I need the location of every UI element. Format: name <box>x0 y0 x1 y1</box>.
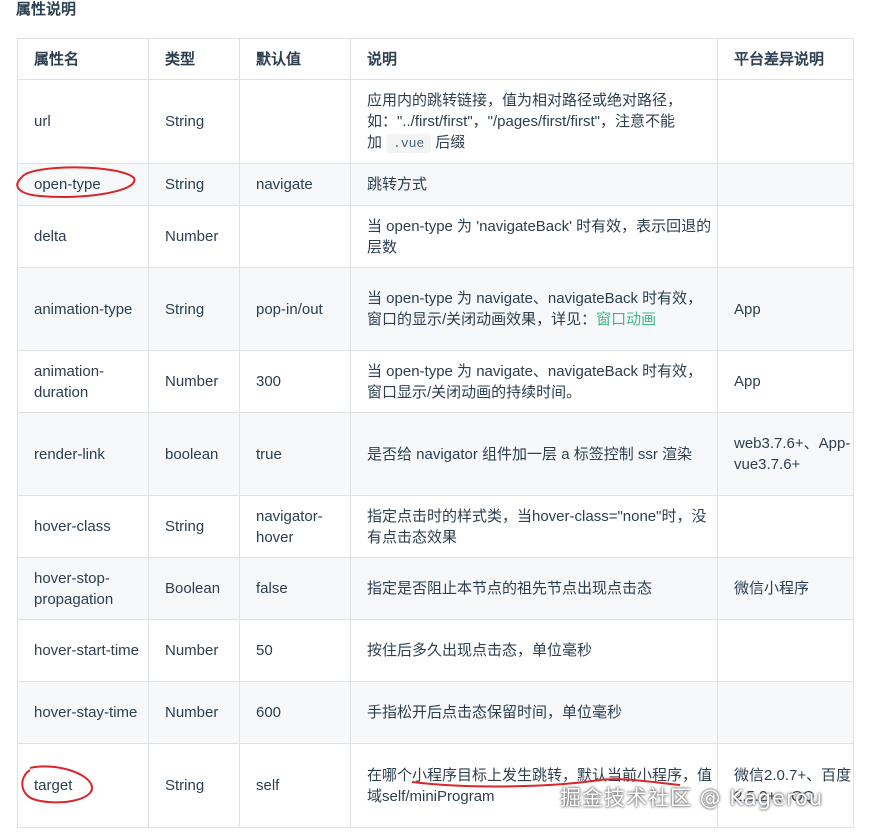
cell-default <box>239 205 351 268</box>
cell-name: delta <box>17 205 149 268</box>
cell-default: navigator-hover <box>239 495 351 558</box>
header-default: 默认值 <box>239 38 351 80</box>
cell-name: url <box>17 79 149 164</box>
cell-default: 600 <box>239 681 351 744</box>
header-type: 类型 <box>148 38 240 80</box>
cell-default <box>239 79 351 164</box>
table-row: animation-duration Number 300 当 open-typ… <box>17 350 854 413</box>
cell-name: hover-start-time <box>17 619 149 682</box>
table-row: hover-class String navigator-hover 指定点击时… <box>17 495 854 558</box>
header-platform: 平台差异说明 <box>717 38 854 80</box>
table-row: url String 应用内的跳转链接，值为相对路径或绝对路径，如："../fi… <box>17 79 854 164</box>
table-row: animation-type String pop-in/out 当 open-… <box>17 267 854 351</box>
cell-name: target <box>17 743 149 828</box>
cell-default: true <box>239 412 351 496</box>
window-animation-link[interactable]: 窗口动画 <box>596 311 656 328</box>
cell-default: 50 <box>239 619 351 682</box>
cell-name: render-link <box>17 412 149 496</box>
cell-default: false <box>239 557 351 620</box>
watermark: 掘金技术社区 @ Kagerou <box>560 786 824 810</box>
table-row: delta Number 当 open-type 为 'navigateBack… <box>17 205 854 268</box>
cell-platform <box>717 205 854 268</box>
attributes-table: 属性名 类型 默认值 说明 平台差异说明 url String 应用内的跳转链接… <box>17 38 854 828</box>
cell-description: 按住后多久出现点击态，单位毫秒 <box>350 619 718 682</box>
table-row: open-type String navigate 跳转方式 <box>17 163 854 206</box>
cell-description: 指定是否阻止本节点的祖先节点出现点击态 <box>350 557 718 620</box>
cell-type: Number <box>148 681 240 744</box>
table-row: render-link boolean true 是否给 navigator 组… <box>17 412 854 496</box>
cell-default: self <box>239 743 351 828</box>
cell-name: open-type <box>17 163 149 206</box>
inline-code: .vue <box>386 133 432 153</box>
cell-description: 当 open-type 为 'navigateBack' 时有效，表示回退的层数 <box>350 205 718 268</box>
cell-type: Number <box>148 205 240 268</box>
table-header-row: 属性名 类型 默认值 说明 平台差异说明 <box>17 38 854 80</box>
cell-type: Boolean <box>148 557 240 620</box>
description-text: 后缀 <box>435 133 466 151</box>
cell-name: hover-stop-propagation <box>17 557 149 620</box>
cell-type: String <box>148 743 240 828</box>
cell-type: Number <box>148 619 240 682</box>
cell-platform: 微信小程序 <box>717 557 854 620</box>
cell-platform <box>717 681 854 744</box>
cell-name: hover-stay-time <box>17 681 149 744</box>
table-row: hover-stay-time Number 600 手指松开后点击态保留时间，… <box>17 681 854 744</box>
cell-name: animation-duration <box>17 350 149 413</box>
cell-description: 跳转方式 <box>350 163 718 206</box>
cell-description: 指定点击时的样式类，当hover-class="none"时，没有点击态效果 <box>350 495 718 558</box>
cell-type: boolean <box>148 412 240 496</box>
cell-type: String <box>148 79 240 164</box>
cell-default: 300 <box>239 350 351 413</box>
cell-type: String <box>148 163 240 206</box>
cell-type: Number <box>148 350 240 413</box>
cell-type: String <box>148 267 240 351</box>
cell-description: 当 open-type 为 navigate、navigateBack 时有效，… <box>350 267 718 351</box>
cell-platform <box>717 495 854 558</box>
table-row: hover-stop-propagation Boolean false 指定是… <box>17 557 854 620</box>
cell-platform: web3.7.6+、App-vue3.7.6+ <box>717 412 854 496</box>
cell-platform <box>717 619 854 682</box>
cell-description: 手指松开后点击态保留时间，单位毫秒 <box>350 681 718 744</box>
cell-name: hover-class <box>17 495 149 558</box>
cell-description: 应用内的跳转链接，值为相对路径或绝对路径，如："../first/first"，… <box>350 79 718 164</box>
cell-description: 当 open-type 为 navigate、navigateBack 时有效，… <box>350 350 718 413</box>
section-title: 属性说明 <box>16 1 77 18</box>
cell-description: 是否给 navigator 组件加一层 a 标签控制 ssr 渲染 <box>350 412 718 496</box>
cell-platform <box>717 163 854 206</box>
cell-platform: App <box>717 350 854 413</box>
cell-default: pop-in/out <box>239 267 351 351</box>
cell-default: navigate <box>239 163 351 206</box>
cell-platform: App <box>717 267 854 351</box>
header-description: 说明 <box>350 38 718 80</box>
header-name: 属性名 <box>17 38 149 80</box>
cell-name: animation-type <box>17 267 149 351</box>
table-row: hover-start-time Number 50 按住后多久出现点击态，单位… <box>17 619 854 682</box>
cell-platform <box>717 79 854 164</box>
cell-type: String <box>148 495 240 558</box>
